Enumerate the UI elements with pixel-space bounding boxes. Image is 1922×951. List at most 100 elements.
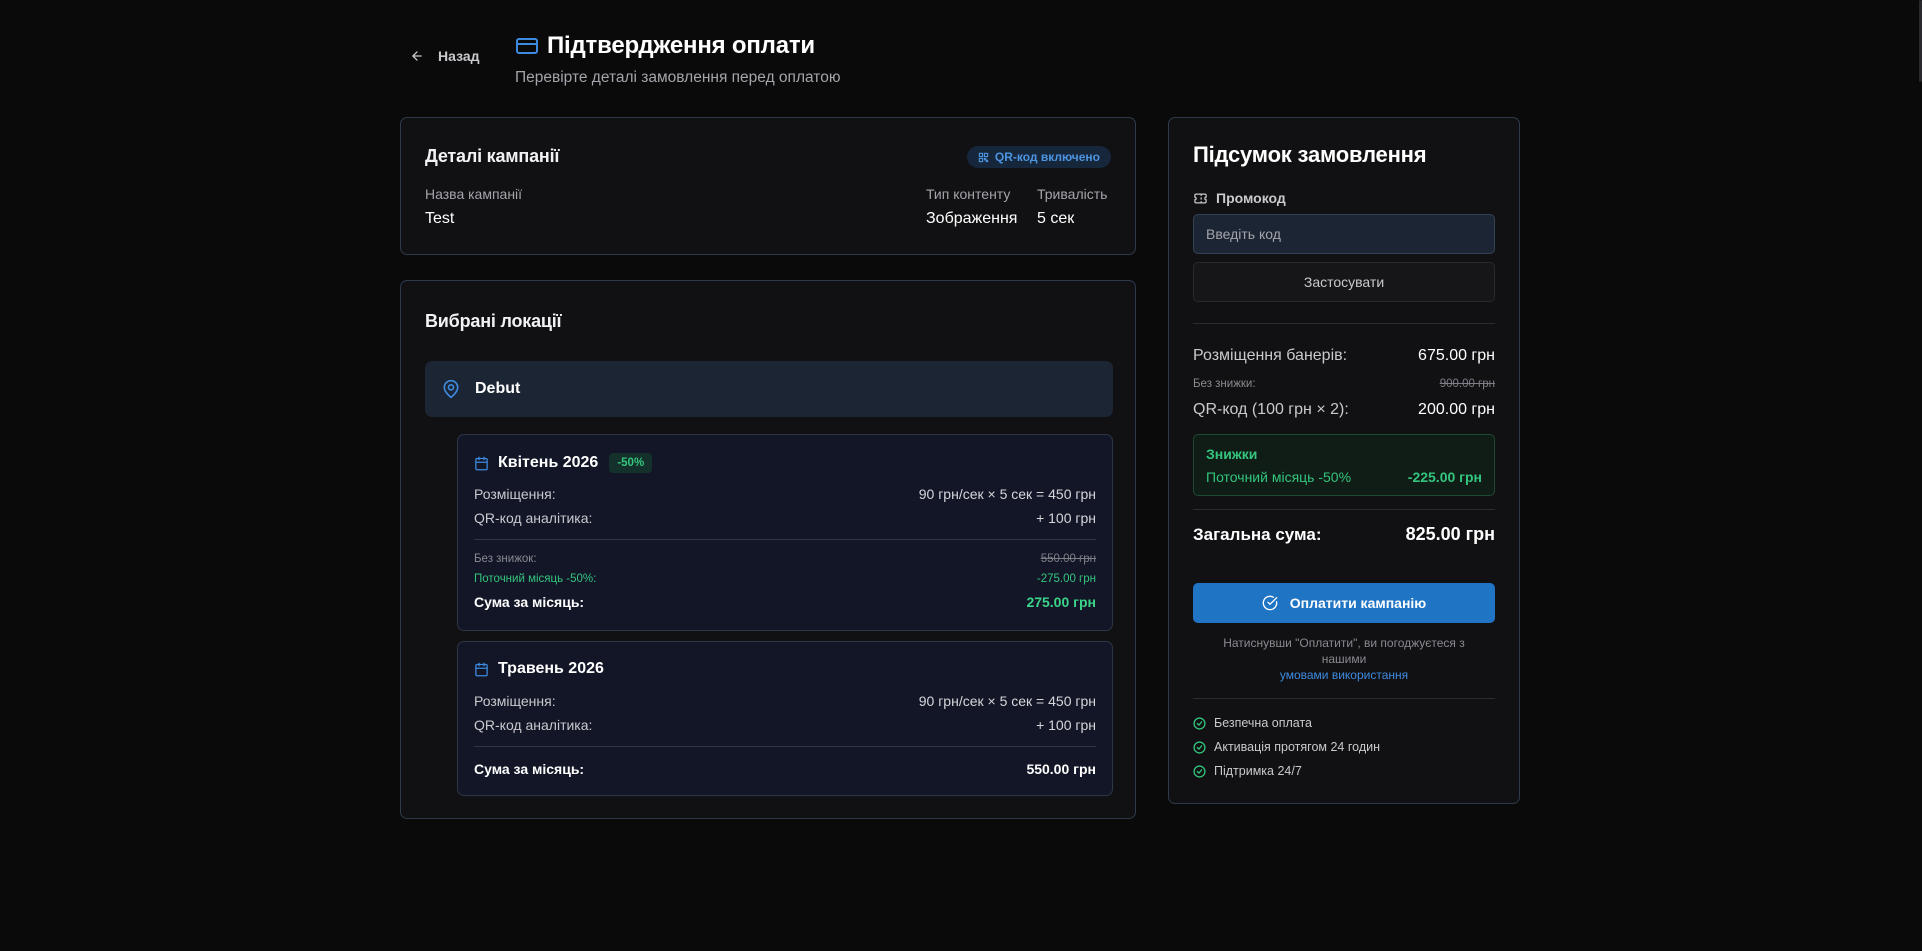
no-discount-value: 900.00 грн xyxy=(1439,378,1495,390)
location-item-debut[interactable]: Debut xyxy=(425,361,1113,417)
campaign-name-label: Назва кампанії xyxy=(425,186,523,202)
qr-code-icon xyxy=(978,152,989,162)
order-summary-card: Підсумок замовлення Промокод Застосувати… xyxy=(1168,117,1520,804)
page-title: Підтвердження оплати xyxy=(547,32,815,59)
discount-value: -275.00 грн xyxy=(1036,573,1096,585)
campaign-name-field: Назва кампанії Test xyxy=(425,186,522,228)
feature-label: Безпечна оплата xyxy=(1214,716,1312,730)
qr-analytics-value: + 100 грн xyxy=(1036,717,1096,733)
promo-code-input[interactable] xyxy=(1193,214,1495,254)
qr-code-row: QR-код (100 грн × 2): 200.00 грн xyxy=(1193,401,1495,419)
month-divider xyxy=(474,746,1096,747)
month-sum-label: Сума за місяць: xyxy=(474,594,585,610)
calendar-icon xyxy=(475,662,488,676)
promo-label-text: Промокод xyxy=(1216,190,1286,206)
banners-row: Розміщення банерів: 675.00 грн xyxy=(1193,347,1495,365)
discount-label: Поточний місяць -50% xyxy=(1206,469,1352,485)
arrow-left-icon xyxy=(412,51,422,61)
qr-included-badge: QR-код включено xyxy=(966,146,1111,168)
discount-label: Поточний місяць -50%: xyxy=(474,573,597,585)
feature-label: Активація протягом 24 годин xyxy=(1214,740,1380,754)
total-row: Загальна сума: 825.00 грн xyxy=(1193,524,1495,545)
summary-divider xyxy=(1193,323,1495,324)
back-button[interactable]: Назад xyxy=(410,48,480,64)
month-sum-label: Сума за місяць: xyxy=(474,761,585,777)
campaign-details-card: Деталі кампанії QR-код включено Назва ка… xyxy=(400,117,1136,255)
qr-analytics-label: QR-код аналітика: xyxy=(474,510,593,526)
no-discount-label: Без знижки: xyxy=(1193,378,1256,390)
no-discount-label: Без знижок: xyxy=(474,553,537,565)
terms-text: Натиснувши "Оплатити", ви погоджуєтеся з… xyxy=(1223,636,1465,666)
pay-button-label: Оплатити кампанію xyxy=(1289,595,1427,611)
discounts-box: Знижки Поточний місяць -50% -225.00 грн xyxy=(1193,434,1495,496)
content-type-label: Тип контенту xyxy=(926,186,1011,202)
qr-analytics-row: QR-код аналітика: + 100 грн xyxy=(474,717,1096,733)
placement-row: Розміщення: 90 грн/сек × 5 сек = 450 грн xyxy=(474,693,1096,709)
calendar-icon xyxy=(475,456,488,470)
promo-label: Промокод xyxy=(1193,190,1286,206)
total-label: Загальна сума: xyxy=(1193,524,1322,544)
month-divider xyxy=(474,539,1096,540)
duration-label: Тривалість xyxy=(1037,186,1108,202)
month-sum-row: Сума за місяць: 275.00 грн xyxy=(474,594,1096,610)
qr-badge-label: QR-код включено xyxy=(994,150,1100,164)
pay-campaign-button[interactable]: Оплатити кампанію xyxy=(1193,583,1495,623)
placement-value: 90 грн/сек × 5 сек = 450 грн xyxy=(918,693,1096,709)
qr-code-label: QR-код (100 грн × 2): xyxy=(1193,401,1349,418)
qr-analytics-label: QR-код аналітика: xyxy=(474,717,593,733)
placement-label: Розміщення: xyxy=(474,486,556,502)
feature-label: Підтримка 24/7 xyxy=(1214,764,1302,778)
placement-row: Розміщення: 90 грн/сек × 5 сек = 450 грн xyxy=(474,486,1096,502)
discounts-title: Знижки xyxy=(1206,446,1258,462)
banners-label: Розміщення банерів: xyxy=(1193,347,1348,364)
total-value: 825.00 грн xyxy=(1405,524,1495,544)
placement-value: 90 грн/сек × 5 сек = 450 грн xyxy=(918,486,1096,502)
page-header: Назад Підтвердження оплати Перевірте дет… xyxy=(400,30,1520,118)
month-title: Квітень 2026 xyxy=(498,454,599,471)
order-summary-title: Підсумок замовлення xyxy=(1193,142,1427,167)
discount-row: Поточний місяць -50% -225.00 грн xyxy=(1206,469,1482,485)
content-type-value: Зображення xyxy=(926,210,1018,227)
summary-divider xyxy=(1193,509,1495,510)
payment-confirmation-page: Назад Підтвердження оплати Перевірте дет… xyxy=(400,30,1520,819)
placement-label: Розміщення: xyxy=(474,693,556,709)
no-discount-row: Без знижки: 900.00 грн xyxy=(1193,378,1495,390)
feature-item: Підтримка 24/7 xyxy=(1193,764,1302,778)
feature-item: Активація протягом 24 годин xyxy=(1193,740,1380,754)
qr-code-value: 200.00 грн xyxy=(1418,401,1495,418)
month-card-april: Квітень 2026 -50% Розміщення: 90 грн/сек… xyxy=(457,434,1113,631)
content-type-field: Тип контенту Зображення xyxy=(926,186,1017,228)
discount-value: -225.00 грн xyxy=(1407,469,1482,485)
apply-promo-button[interactable]: Застосувати xyxy=(1193,262,1495,302)
location-name: Debut xyxy=(475,380,521,397)
discount-badge: -50% xyxy=(609,453,653,473)
qr-analytics-value: + 100 грн xyxy=(1036,510,1096,526)
duration-field: Тривалість 5 сек xyxy=(1037,186,1107,228)
month-sum-value: 550.00 грн xyxy=(1026,761,1096,777)
page-subtitle: Перевірте деталі замовлення перед оплато… xyxy=(515,69,841,86)
no-discount-value: 550.00 грн xyxy=(1040,553,1096,565)
map-pin-icon xyxy=(443,379,459,399)
campaign-name-value: Test xyxy=(425,210,455,227)
check-circle-icon xyxy=(1193,716,1206,730)
selected-locations-card: Вибрані локації Debut Квітень 2026 -50% … xyxy=(400,280,1136,819)
discount-row: Поточний місяць -50%: -275.00 грн xyxy=(474,573,1096,585)
ticket-icon xyxy=(1194,193,1207,203)
month-sum-value: 275.00 грн xyxy=(1026,594,1096,610)
month-card-may: Травень 2026 Розміщення: 90 грн/сек × 5 … xyxy=(457,641,1113,796)
feature-item: Безпечна оплата xyxy=(1193,716,1312,730)
month-sum-row: Сума за місяць: 550.00 грн xyxy=(474,761,1096,777)
qr-analytics-row: QR-код аналітика: + 100 грн xyxy=(474,510,1096,526)
terms-notice: Натиснувши "Оплатити", ви погоджуєтеся з… xyxy=(1203,635,1485,683)
check-circle-icon xyxy=(1262,595,1278,611)
banners-value: 675.00 грн xyxy=(1418,347,1495,364)
check-circle-icon xyxy=(1193,764,1206,778)
month-title: Травень 2026 xyxy=(498,660,604,677)
terms-link[interactable]: умовами використання xyxy=(1203,667,1485,683)
selected-locations-title: Вибрані локації xyxy=(425,311,562,331)
check-circle-icon xyxy=(1193,740,1206,754)
summary-divider xyxy=(1193,698,1495,699)
title-block: Підтвердження оплати Перевірте деталі за… xyxy=(515,32,840,87)
no-discount-row: Без знижок: 550.00 грн xyxy=(474,553,1096,565)
credit-card-icon xyxy=(516,38,538,54)
